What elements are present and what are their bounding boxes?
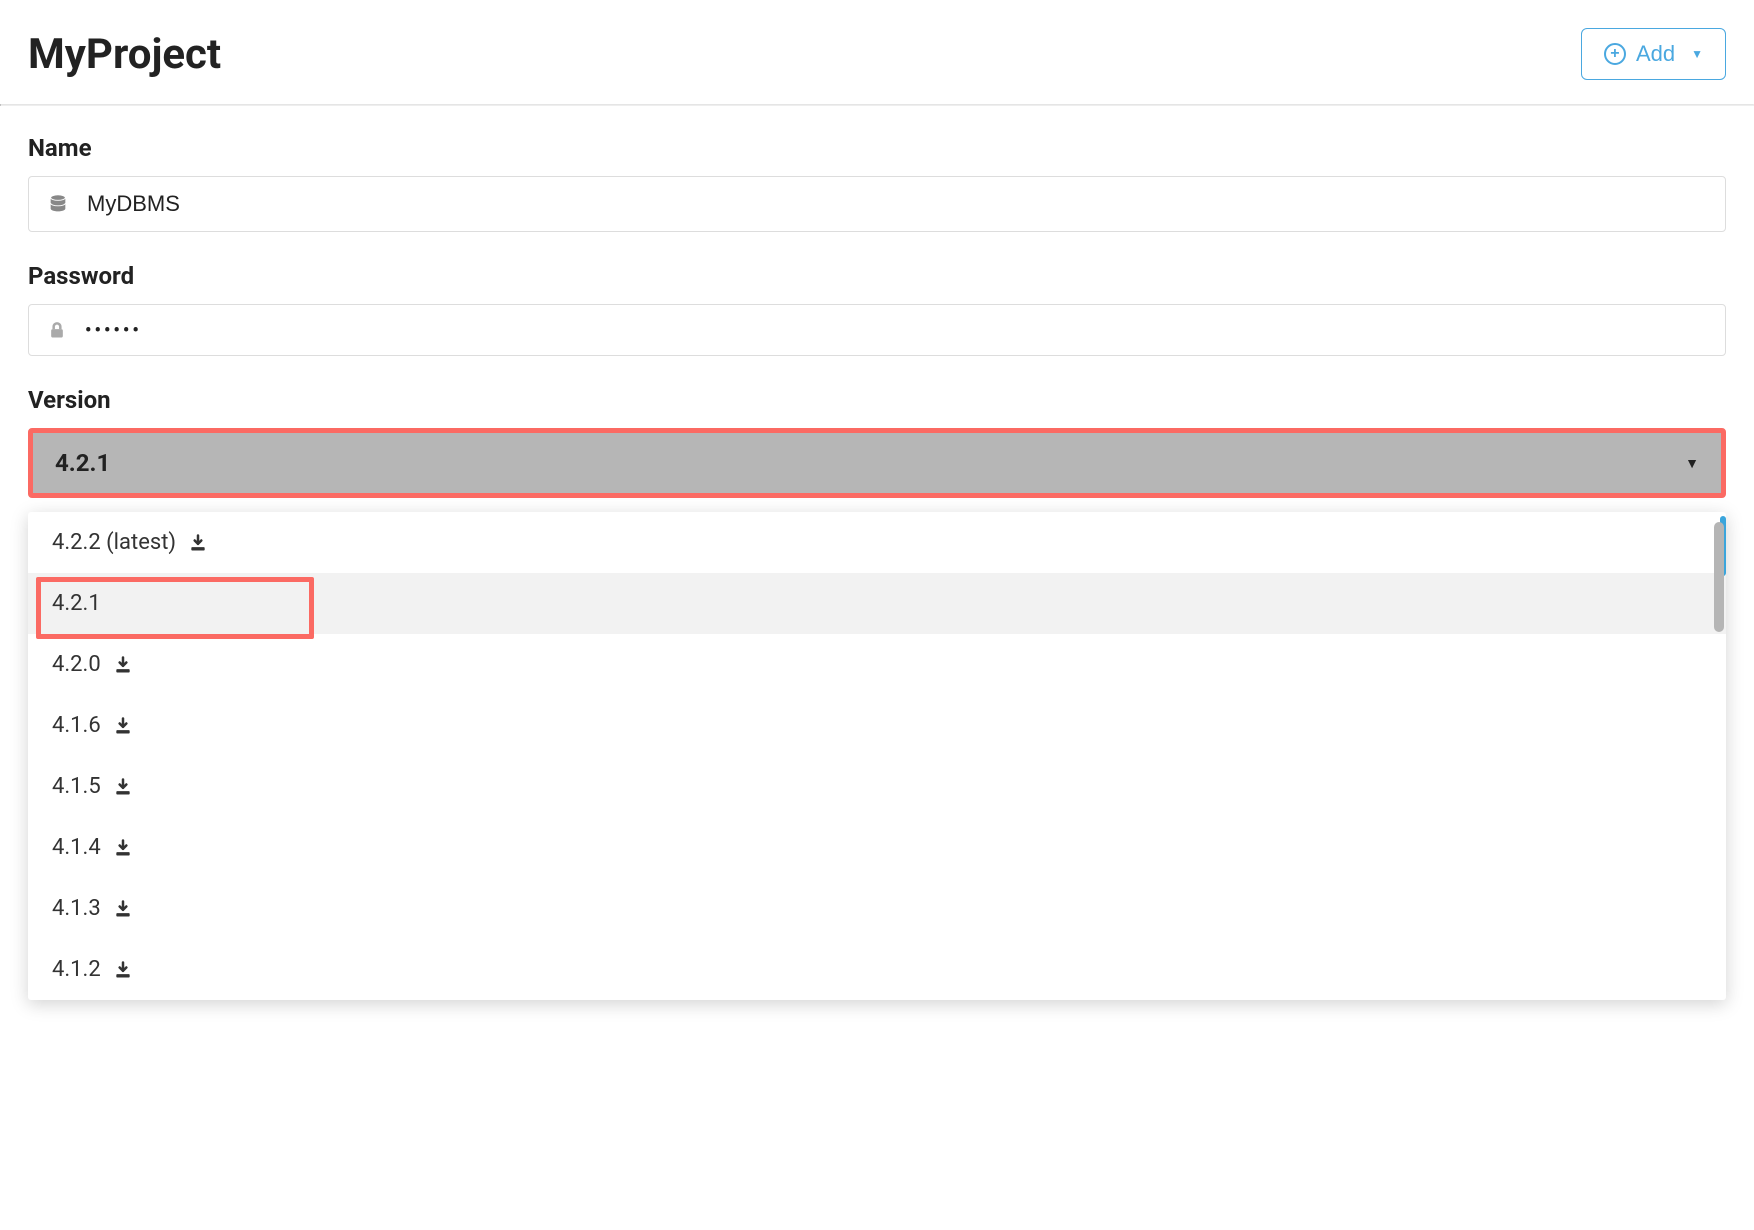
version-select-highlight: 4.2.1 ▼ <box>28 428 1726 498</box>
name-input-wrap[interactable] <box>28 176 1726 232</box>
download-icon <box>113 960 133 980</box>
add-button-label: Add <box>1636 41 1675 67</box>
version-option[interactable]: 4.1.2 <box>28 939 1726 1000</box>
add-button[interactable]: + Add ▼ <box>1581 28 1726 80</box>
plus-circle-icon: + <box>1604 43 1626 65</box>
version-dropdown: 4.2.2 (latest) 4.2.1 4.2.0 4.1.6 4.1.5 4.1.4 4… <box>28 512 1726 1000</box>
version-select[interactable]: 4.2.1 ▼ <box>33 433 1721 493</box>
version-option[interactable]: 4.2.1 <box>28 573 1726 634</box>
lock-icon <box>47 319 67 341</box>
version-option-label: 4.2.0 <box>52 652 101 677</box>
version-option[interactable]: 4.1.4 <box>28 817 1726 878</box>
version-option[interactable]: 4.1.6 <box>28 695 1726 756</box>
password-field: Password •••••• <box>28 262 1726 356</box>
version-option[interactable]: 4.1.3 <box>28 878 1726 939</box>
caret-down-icon: ▼ <box>1685 455 1699 472</box>
download-icon <box>113 716 133 736</box>
scrollbar[interactable] <box>1712 512 1726 1000</box>
version-select-value: 4.2.1 <box>55 449 110 477</box>
version-option-label: 4.1.6 <box>52 713 101 738</box>
scrollbar-thumb[interactable] <box>1714 522 1724 632</box>
form-area: Name Password <box>0 106 1754 498</box>
password-input-wrap[interactable]: •••••• <box>28 304 1726 356</box>
version-option-label: 4.1.4 <box>52 835 101 860</box>
name-label: Name <box>28 134 1726 162</box>
version-option[interactable]: 4.1.5 <box>28 756 1726 817</box>
download-icon <box>113 777 133 797</box>
version-option-label: 4.2.1 <box>52 591 101 616</box>
download-icon <box>113 899 133 919</box>
download-icon <box>188 533 208 553</box>
password-input[interactable]: •••••• <box>85 320 1707 341</box>
password-label: Password <box>28 262 1726 290</box>
download-icon <box>113 838 133 858</box>
version-option-label: 4.1.5 <box>52 774 101 799</box>
version-option[interactable]: 4.2.2 (latest) <box>28 512 1726 573</box>
version-option[interactable]: 4.2.0 <box>28 634 1726 695</box>
version-option-label: 4.1.3 <box>52 896 101 921</box>
database-icon <box>47 193 69 215</box>
download-icon <box>113 655 133 675</box>
version-option-label: 4.1.2 <box>52 957 101 982</box>
project-title: MyProject <box>28 30 221 79</box>
chevron-down-icon: ▼ <box>1691 47 1703 61</box>
version-dropdown-list[interactable]: 4.2.2 (latest) 4.2.1 4.2.0 4.1.6 4.1.5 4.1.4 4… <box>28 512 1726 1000</box>
version-label: Version <box>28 386 1726 414</box>
version-field: Version 4.2.1 ▼ <box>28 386 1726 498</box>
name-input[interactable] <box>87 191 1707 217</box>
version-option-label: 4.2.2 (latest) <box>52 530 176 555</box>
header: MyProject + Add ▼ <box>0 0 1754 104</box>
name-field: Name <box>28 134 1726 232</box>
